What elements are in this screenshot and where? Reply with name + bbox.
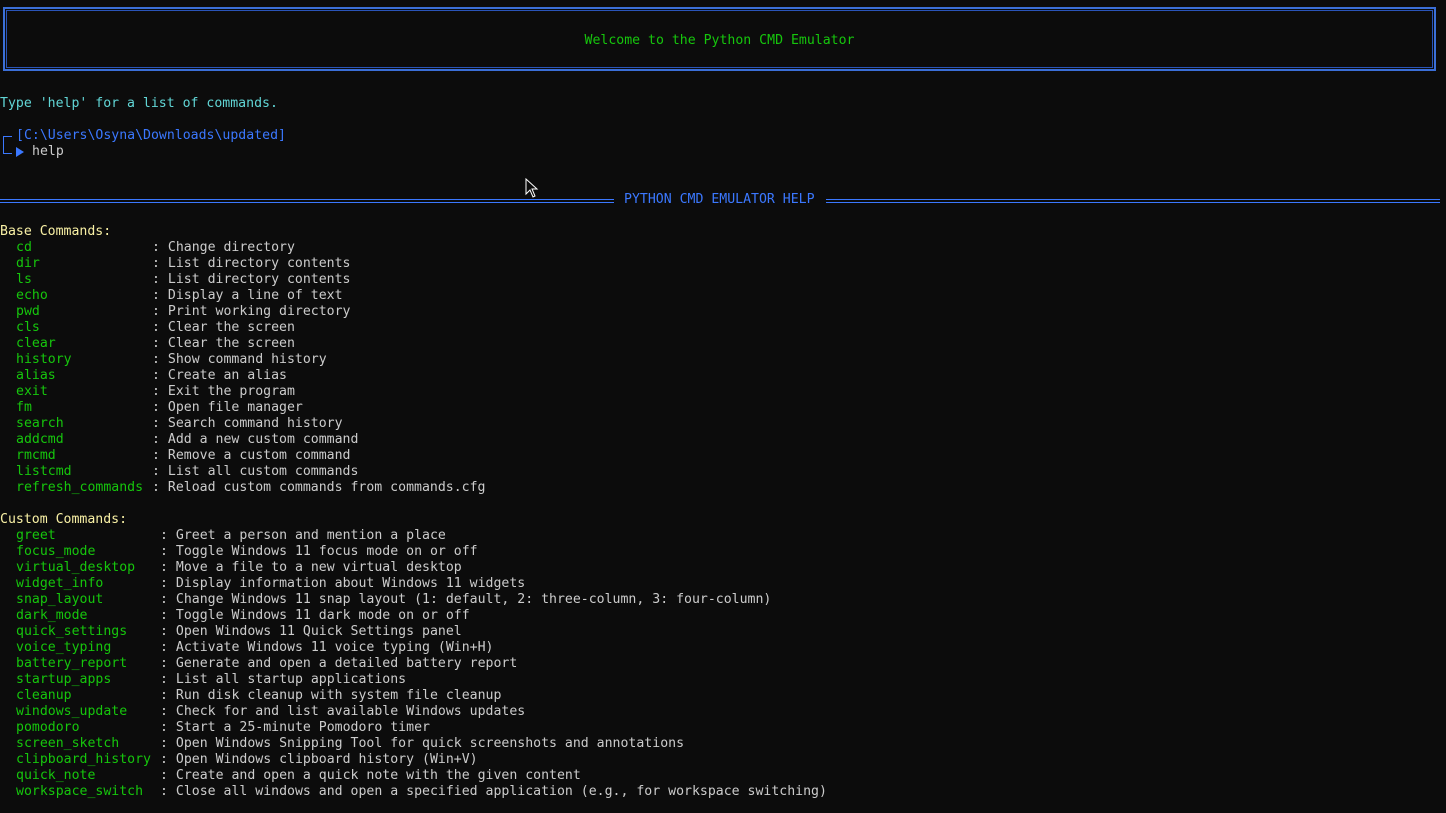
help-rule-right: [826, 199, 1440, 203]
base-command-description: : Open file manager: [152, 400, 303, 415]
base-command-description: : List directory contents: [152, 272, 351, 287]
custom-command-description: : Open Windows clipboard history (Win+V): [160, 752, 478, 767]
base-command-name: dir: [16, 256, 40, 271]
prompt-path: [C:\Users\Osyna\Downloads\updated]: [16, 128, 286, 143]
welcome-banner: Welcome to the Python CMD Emulator: [3, 7, 1436, 71]
base-command-name: cd: [16, 240, 32, 255]
custom-command-name: virtual_desktop: [16, 560, 136, 575]
prompt-bracket: [3, 136, 12, 154]
custom-command-description: : Toggle Windows 11 dark mode on or off: [160, 608, 470, 623]
custom-command-description: : Check for and list available Windows u…: [160, 704, 526, 719]
base-command-description: : List all custom commands: [152, 464, 359, 479]
custom-command-name: screen_sketch: [16, 736, 120, 751]
custom-command-description: : Generate and open a detailed battery r…: [160, 656, 518, 671]
custom-command-description: : Open Windows 11 Quick Settings panel: [160, 624, 462, 639]
base-command-description: : Add a new custom command: [152, 432, 359, 447]
base-command-description: : Print working directory: [152, 304, 351, 319]
custom-command-description: : Activate Windows 11 voice typing (Win+…: [160, 640, 494, 655]
intro-text: Type 'help' for a list of commands.: [0, 96, 278, 111]
custom-command-description: : Display information about Windows 11 w…: [160, 576, 526, 591]
custom-command-description: : Greet a person and mention a place: [160, 528, 446, 543]
banner-title: Welcome to the Python CMD Emulator: [584, 33, 855, 48]
base-command-name: search: [16, 416, 64, 431]
base-command-name: echo: [16, 288, 48, 303]
custom-command-name: battery_report: [16, 656, 128, 671]
custom-command-name: windows_update: [16, 704, 128, 719]
custom-command-name: quick_note: [16, 768, 96, 783]
base-command-name: alias: [16, 368, 56, 383]
custom-command-name: startup_apps: [16, 672, 112, 687]
custom-command-description: : Start a 25-minute Pomodoro timer: [160, 720, 430, 735]
base-command-name: pwd: [16, 304, 40, 319]
base-command-description: : Clear the screen: [152, 320, 295, 335]
base-command-name: listcmd: [16, 464, 72, 479]
custom-command-description: : Create and open a quick note with the …: [160, 768, 581, 783]
base-command-name: addcmd: [16, 432, 64, 447]
base-command-name: fm: [16, 400, 32, 415]
base-command-name: ls: [16, 272, 32, 287]
base-command-name: rmcmd: [16, 448, 56, 463]
custom-command-name: focus_mode: [16, 544, 96, 559]
base-command-name: clear: [16, 336, 56, 351]
custom-command-description: : List all startup applications: [160, 672, 407, 687]
base-command-name: refresh_commands: [16, 480, 144, 495]
custom-command-name: dark_mode: [16, 608, 88, 623]
custom-command-description: : Open Windows Snipping Tool for quick s…: [160, 736, 685, 751]
base-command-description: : Change directory: [152, 240, 295, 255]
base-command-description: : Search command history: [152, 416, 343, 431]
custom-command-name: greet: [16, 528, 56, 543]
base-command-description: : Exit the program: [152, 384, 295, 399]
base-commands-title: Base Commands:: [0, 224, 112, 239]
custom-command-name: clipboard_history: [16, 752, 151, 767]
base-command-description: : Reload custom commands from commands.c…: [152, 480, 486, 495]
base-command-description: : Remove a custom command: [152, 448, 351, 463]
custom-command-name: widget_info: [16, 576, 104, 591]
mouse-pointer-icon: [525, 178, 539, 198]
help-rule-left: [0, 199, 614, 203]
custom-commands-title: Custom Commands:: [0, 512, 128, 527]
custom-command-name: snap_layout: [16, 592, 104, 607]
custom-command-name: quick_settings: [16, 624, 128, 639]
base-command-description: : List directory contents: [152, 256, 351, 271]
custom-command-description: : Move a file to a new virtual desktop: [160, 560, 462, 575]
base-command-name: exit: [16, 384, 48, 399]
base-command-description: : Display a line of text: [152, 288, 343, 303]
prompt-command: help: [32, 144, 64, 159]
custom-command-description: : Toggle Windows 11 focus mode on or off: [160, 544, 478, 559]
custom-command-description: : Close all windows and open a specified…: [160, 784, 827, 799]
base-command-name: history: [16, 352, 72, 367]
base-command-description: : Clear the screen: [152, 336, 295, 351]
custom-command-name: voice_typing: [16, 640, 112, 655]
help-header: PYTHON CMD EMULATOR HELP: [624, 192, 815, 207]
prompt-arrow-icon: [16, 147, 24, 157]
base-command-name: cls: [16, 320, 40, 335]
custom-command-description: : Change Windows 11 snap layout (1: defa…: [160, 592, 772, 607]
base-command-description: : Create an alias: [152, 368, 287, 383]
custom-command-description: : Run disk cleanup with system file clea…: [160, 688, 502, 703]
base-command-description: : Show command history: [152, 352, 327, 367]
custom-command-name: pomodoro: [16, 720, 80, 735]
custom-command-name: workspace_switch: [16, 784, 144, 799]
custom-command-name: cleanup: [16, 688, 72, 703]
